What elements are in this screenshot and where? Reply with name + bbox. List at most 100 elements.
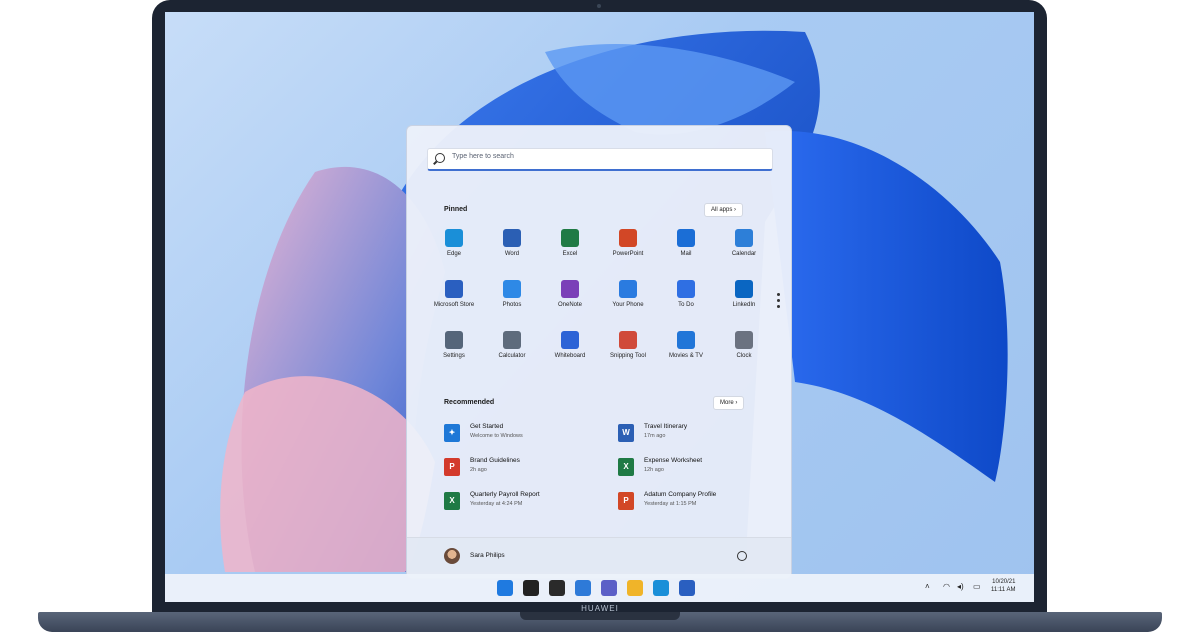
recommended-item-time: 17m ago bbox=[644, 433, 666, 439]
pinned-app-label: Photos bbox=[502, 302, 522, 308]
wifi-icon[interactable]: ◠ bbox=[943, 582, 950, 591]
widgets-icon[interactable] bbox=[575, 580, 591, 596]
edge-icon[interactable] bbox=[653, 580, 669, 596]
search-input[interactable]: Type here to search bbox=[427, 148, 773, 171]
pinned-app[interactable]: Settings bbox=[425, 331, 483, 375]
recommended-item[interactable]: X Expense Worksheet 12h ago bbox=[618, 456, 788, 482]
mail-icon bbox=[677, 229, 695, 247]
pinned-app-label: Snipping Tool bbox=[610, 353, 646, 359]
store-icon[interactable] bbox=[679, 580, 695, 596]
pinned-app[interactable]: Whiteboard bbox=[541, 331, 599, 375]
recommended-item-time: Welcome to Windows bbox=[470, 433, 523, 439]
start-menu: Type here to search Pinned All apps › Ed… bbox=[406, 125, 792, 579]
clock-icon bbox=[735, 331, 753, 349]
pinned-app[interactable]: Snipping Tool bbox=[599, 331, 657, 375]
file-glyph: W bbox=[622, 428, 630, 437]
pinned-app[interactable]: To Do bbox=[657, 280, 715, 324]
laptop-hinge bbox=[520, 612, 680, 620]
linkedin-icon bbox=[735, 280, 753, 298]
excel-doc-icon: X bbox=[618, 458, 634, 476]
recommended-item-name: Expense Worksheet bbox=[644, 457, 703, 464]
desktop-screen: Type here to search Pinned All apps › Ed… bbox=[165, 12, 1034, 602]
calculator-icon bbox=[503, 331, 521, 349]
search-placeholder: Type here to search bbox=[452, 153, 514, 160]
all-apps-button[interactable]: All apps › bbox=[704, 203, 744, 217]
recommended-item-time: Yesterday at 1:15 PM bbox=[644, 501, 697, 507]
chevron-up-icon[interactable]: ˄ bbox=[925, 582, 930, 591]
word-icon bbox=[503, 229, 521, 247]
pinned-app-label: Microsoft Store bbox=[433, 302, 475, 308]
powerpoint-icon bbox=[619, 229, 637, 247]
chat-icon[interactable] bbox=[601, 580, 617, 596]
power-icon[interactable] bbox=[737, 551, 747, 561]
edge-icon bbox=[445, 229, 463, 247]
battery-icon[interactable]: ▭ bbox=[973, 582, 981, 591]
search-icon bbox=[435, 153, 445, 163]
clock-date: 10/20/21 bbox=[992, 579, 1016, 585]
task-view-icon[interactable] bbox=[549, 580, 565, 596]
recommended-item-time: 12h ago bbox=[644, 467, 664, 473]
excel-icon bbox=[561, 229, 579, 247]
pdf-icon: P bbox=[444, 458, 460, 476]
file-glyph: P bbox=[449, 462, 455, 471]
recommended-item-name: Adatum Company Profile bbox=[644, 491, 717, 498]
snipping-icon bbox=[619, 331, 637, 349]
search-icon[interactable] bbox=[523, 580, 539, 596]
pinned-app-label: Calculator bbox=[498, 353, 526, 359]
user-avatar[interactable] bbox=[444, 548, 460, 564]
pinned-app[interactable]: Mail bbox=[657, 229, 715, 273]
pinned-app-label: Movies & TV bbox=[669, 353, 703, 359]
pinned-app[interactable]: Microsoft Store bbox=[425, 280, 483, 324]
recommended-item[interactable]: X Quarterly Payroll Report Yesterday at 4:… bbox=[444, 490, 614, 516]
pinned-app-label: Settings bbox=[443, 353, 465, 359]
pinned-app[interactable]: PowerPoint bbox=[599, 229, 657, 273]
pinned-app[interactable]: OneNote bbox=[541, 280, 599, 324]
recommended-item[interactable]: P Adatum Company Profile Yesterday at 1:15… bbox=[618, 490, 788, 516]
pinned-app[interactable]: Excel bbox=[541, 229, 599, 273]
whiteboard-icon bbox=[561, 331, 579, 349]
pinned-app[interactable]: LinkedIn bbox=[715, 280, 773, 324]
clock-time: 11:11 AM bbox=[991, 587, 1016, 593]
recommended-item-time: 2h ago bbox=[470, 467, 487, 473]
todo-icon bbox=[677, 280, 695, 298]
pinned-app[interactable]: Photos bbox=[483, 280, 541, 324]
pinned-app[interactable]: Edge bbox=[425, 229, 483, 273]
recommended-item-name: Brand Guidelines bbox=[470, 457, 520, 464]
recommended-item[interactable]: W Travel Itinerary 17m ago bbox=[618, 422, 788, 448]
pinned-app[interactable]: Movies & TV bbox=[657, 331, 715, 375]
calendar-icon bbox=[735, 229, 753, 247]
pinned-app[interactable]: Your Phone bbox=[599, 280, 657, 324]
more-button[interactable]: More › bbox=[713, 396, 745, 410]
page-dots[interactable] bbox=[777, 293, 780, 311]
pinned-app-label: Excel bbox=[562, 251, 578, 257]
taskbar: ˄ ◠ ◂) ▭ 10/20/21 11:11 AM bbox=[165, 574, 1034, 602]
word-doc-icon: W bbox=[618, 424, 634, 442]
onenote-icon bbox=[561, 280, 579, 298]
start-footer: Sara Philips bbox=[407, 537, 791, 578]
volume-icon[interactable]: ◂) bbox=[957, 582, 964, 591]
recommended-item[interactable]: ✦ Get Started Welcome to Windows bbox=[444, 422, 614, 448]
pinned-app-label: PowerPoint bbox=[612, 251, 644, 257]
file-explorer-icon[interactable] bbox=[627, 580, 643, 596]
recommended-title: Recommended bbox=[444, 399, 495, 406]
pinned-title: Pinned bbox=[444, 206, 468, 213]
pinned-app-label: Calendar bbox=[731, 251, 757, 257]
system-clock[interactable]: 10/20/21 11:11 AM bbox=[991, 578, 1015, 594]
recommended-item-name: Quarterly Payroll Report bbox=[470, 491, 540, 498]
pinned-app[interactable]: Clock bbox=[715, 331, 773, 375]
file-glyph: X bbox=[449, 496, 455, 505]
user-name[interactable]: Sara Philips bbox=[470, 552, 505, 559]
pinned-app-label: Whiteboard bbox=[554, 353, 586, 359]
pinned-app-label: Your Phone bbox=[612, 302, 644, 308]
pinned-app[interactable]: Calculator bbox=[483, 331, 541, 375]
powerpoint-doc-icon: P bbox=[618, 492, 634, 510]
file-glyph: P bbox=[623, 496, 629, 505]
recommended-item[interactable]: P Brand Guidelines 2h ago bbox=[444, 456, 614, 482]
pinned-app[interactable]: Calendar bbox=[715, 229, 773, 273]
pinned-app-label: LinkedIn bbox=[732, 302, 756, 308]
gear-icon bbox=[445, 331, 463, 349]
pinned-app-label: Edge bbox=[446, 251, 461, 257]
start-icon[interactable] bbox=[497, 580, 513, 596]
pinned-app[interactable]: Word bbox=[483, 229, 541, 273]
excel-doc-icon: X bbox=[444, 492, 460, 510]
